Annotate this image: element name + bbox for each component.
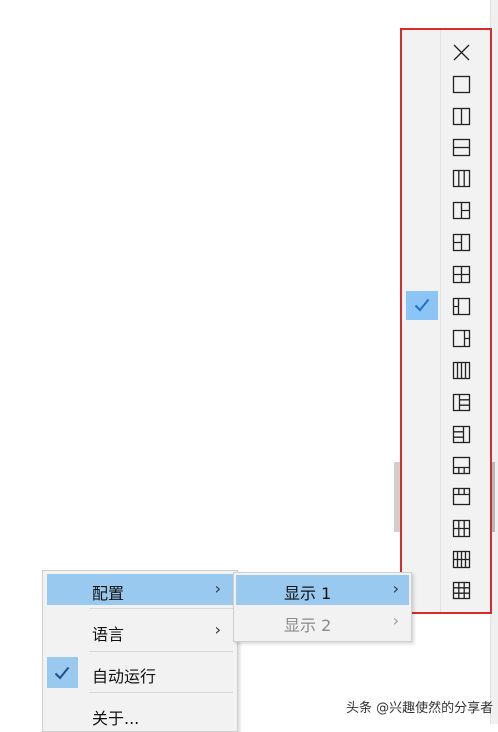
menu-separator (89, 651, 233, 652)
menu-item-autorun[interactable]: 自动运行 (47, 657, 233, 688)
layout-sidebar-left-icon (452, 297, 471, 316)
menu-item-language[interactable]: 语言 › (47, 615, 233, 646)
chevron-right-icon: › (392, 579, 399, 598)
layout-item-3-columns[interactable] (402, 162, 490, 193)
layout-item-sidebar-right[interactable] (402, 322, 490, 353)
layout-4-columns-icon (452, 361, 471, 380)
chevron-right-icon: › (214, 579, 221, 598)
layout-item-3-bottom[interactable] (402, 449, 490, 480)
menu-item-label: 关于... (92, 709, 140, 728)
layout-3-columns-icon (452, 169, 471, 188)
chevron-right-icon: › (214, 620, 221, 639)
menu-separator (89, 608, 233, 609)
layout-item-2-vertical[interactable] (402, 100, 490, 131)
layout-1-left-3-right-icon (452, 393, 471, 412)
checkmark-icon (54, 666, 70, 680)
submenu-item-display-1[interactable]: 显示 1 › (236, 575, 409, 605)
menu-item-label: 配置 (92, 584, 125, 603)
menu-separator (89, 692, 233, 693)
checkmark-icon (414, 298, 430, 312)
layout-3-bottom-icon (452, 456, 471, 475)
window-edge (490, 0, 498, 724)
layout-6-grid-icon (452, 519, 471, 538)
menu-item-label: 自动运行 (92, 667, 157, 686)
layout-single-icon (452, 75, 471, 94)
layout-item-1-left-3-right[interactable] (402, 386, 490, 417)
layout-2-horizontal-icon (452, 138, 471, 157)
submenu-item-label: 显示 1 (284, 584, 332, 603)
layout-item-close[interactable] (402, 36, 490, 67)
chevron-right-icon: › (392, 611, 399, 630)
layout-item-sidebar-left[interactable] (402, 290, 490, 321)
layout-item-1-left-2-right[interactable] (402, 194, 490, 225)
layout-2-left-1-right-icon (452, 233, 471, 252)
layout-item-8-grid[interactable] (402, 543, 490, 574)
check-indicator (47, 657, 78, 688)
context-menu: 配置 › 语言 › 自动运行 关于... (42, 570, 238, 732)
layout-item-4-columns[interactable] (402, 354, 490, 385)
submenu-item-display-2[interactable]: 显示 2 › (236, 607, 409, 637)
layout-menu (400, 28, 492, 614)
menu-item-about[interactable]: 关于... (47, 699, 233, 730)
check-indicator (406, 291, 438, 320)
layout-3-top-icon (452, 487, 471, 506)
window-scroll-thumb-left[interactable] (394, 462, 401, 532)
layout-2-vertical-icon (452, 107, 471, 126)
menu-item-label: 语言 (92, 625, 125, 644)
layout-item-single[interactable] (402, 68, 490, 99)
submenu-item-label: 显示 2 (284, 616, 332, 635)
layout-1-left-2-right-icon (452, 201, 471, 220)
layout-item-3-left-1-right[interactable] (402, 418, 490, 449)
display-submenu: 显示 1 › 显示 2 › (233, 572, 412, 642)
layout-9-grid-icon (452, 581, 471, 600)
layout-item-9-grid[interactable] (402, 574, 490, 605)
layout-4-grid-icon (452, 265, 471, 284)
close-icon (453, 44, 470, 61)
layout-item-3-top[interactable] (402, 480, 490, 511)
layout-item-4-grid[interactable] (402, 258, 490, 289)
layout-item-2-horizontal[interactable] (402, 131, 490, 162)
layout-item-6-grid[interactable] (402, 512, 490, 543)
menu-item-config[interactable]: 配置 › (47, 574, 233, 605)
watermark-text: 头条 @兴趣使然的分享者 (346, 701, 494, 716)
layout-item-2-left-1-right[interactable] (402, 226, 490, 257)
layout-sidebar-right-icon (452, 329, 471, 348)
layout-8-grid-icon (452, 550, 471, 569)
layout-3-left-1-right-icon (452, 425, 471, 444)
